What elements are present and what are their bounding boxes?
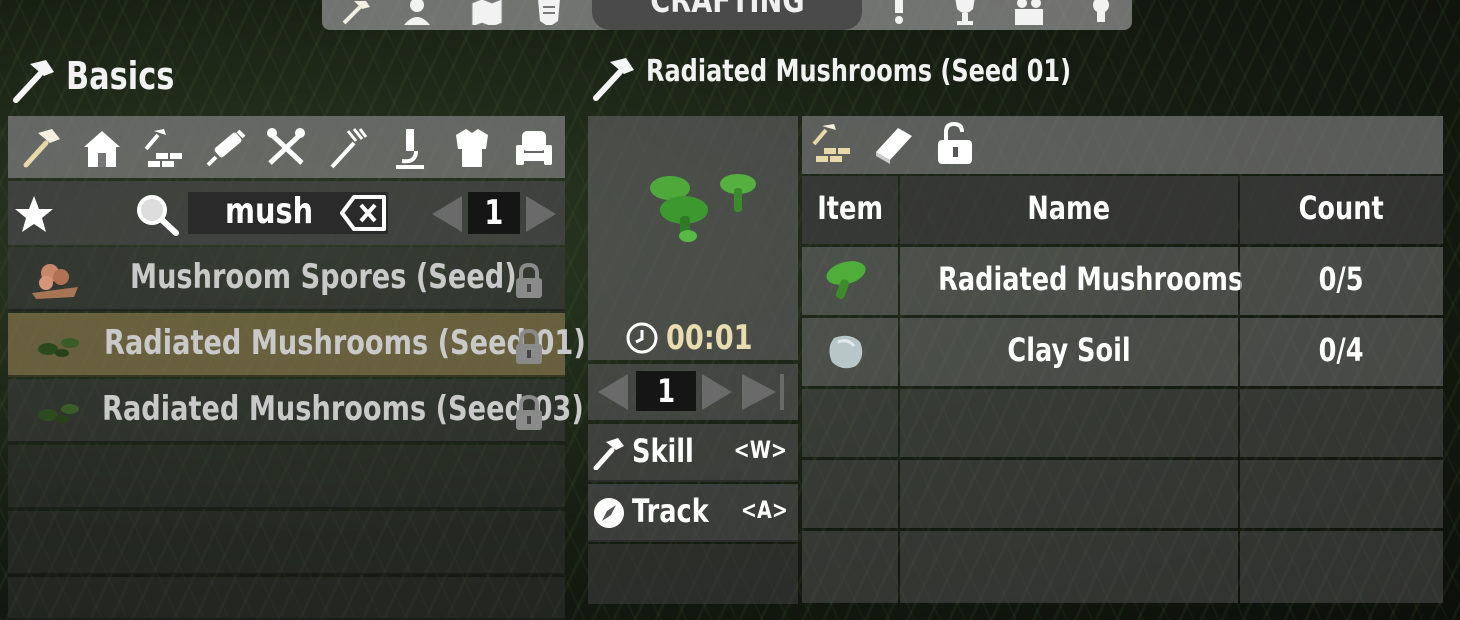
hammer-icon[interactable]: [340, 0, 374, 25]
fork-icon[interactable]: [326, 127, 370, 169]
recipe-row-radiated-mushrooms-seed-01[interactable]: Radiated Mushrooms (Seed 01): [8, 313, 586, 377]
ingredient-icon-cell: [802, 318, 898, 386]
science-icon[interactable]: [388, 127, 432, 169]
max-quantity-icon[interactable]: [740, 372, 788, 412]
column-header-label: Item: [817, 189, 883, 227]
ingredient-count-cell: 0/5: [1240, 247, 1443, 315]
column-header-name: Name: [900, 176, 1238, 244]
search-input-value[interactable]: mush: [225, 191, 313, 232]
crafting-title: CRAFTING: [592, 0, 862, 30]
column-header-item: Item: [802, 176, 898, 244]
furniture-icon[interactable]: [512, 127, 556, 169]
ingredient-icon-cell: [802, 247, 898, 315]
recipe-row-empty: [8, 445, 565, 509]
recipe-row-radiated-mushrooms-seed-03[interactable]: Radiated Mushrooms (Seed 03): [8, 379, 584, 443]
clear-search-icon[interactable]: [340, 194, 388, 232]
unlock-icon[interactable]: [934, 122, 978, 166]
empty-cell: [1240, 389, 1443, 457]
category-bar: [8, 116, 565, 178]
recipe-title: Radiated Mushrooms (Seed 01): [646, 54, 1072, 89]
skill-hotkey: <W>: [733, 436, 788, 464]
previous-page-arrow-icon[interactable]: [428, 194, 464, 234]
category-heading: Basics: [66, 54, 175, 98]
quest-icon[interactable]: [532, 0, 566, 25]
track-action[interactable]: Track <A>: [588, 484, 798, 542]
recipe-row-empty: [8, 511, 565, 575]
hammer-icon[interactable]: [20, 127, 64, 169]
empty-cell: [1240, 460, 1443, 528]
empty-cell: [900, 460, 1238, 528]
ingredient-name: Clay Soil: [1007, 331, 1131, 369]
clock-icon: [626, 322, 658, 354]
hammer-icon: [590, 54, 638, 102]
house-icon[interactable]: [80, 127, 124, 169]
empty-cell: [900, 389, 1238, 457]
craft-time: 00:01: [666, 318, 753, 358]
page-number: 1: [484, 193, 504, 233]
empty-cell: [802, 389, 898, 457]
ingredient-name-cell: Clay Soil: [900, 318, 1238, 386]
empty-cell: [802, 531, 898, 603]
top-nav-bar: CRAFTING: [322, 0, 1132, 30]
increase-quantity-icon[interactable]: [700, 372, 736, 412]
next-page-arrow-icon[interactable]: [524, 194, 560, 234]
mushroom-seed-icon: [36, 399, 82, 427]
recipe-label: Radiated Mushrooms (Seed 03): [102, 389, 584, 429]
tools-icon[interactable]: [264, 127, 308, 169]
recipe-row-mushroom-spores[interactable]: Mushroom Spores (Seed): [8, 247, 565, 311]
empty-cell: [900, 531, 1238, 603]
empty-cell: [1240, 531, 1443, 603]
alert-icon[interactable]: [882, 0, 916, 25]
column-header-count: Count: [1240, 176, 1443, 244]
mushroom-seed-icon: [36, 333, 82, 361]
lock-icon: [513, 329, 545, 365]
lightbulb-icon[interactable]: [1084, 0, 1118, 25]
ingredient-count-cell: 0/4: [1240, 318, 1443, 386]
map-icon[interactable]: [470, 0, 504, 25]
clay-icon: [826, 332, 866, 372]
search-icon[interactable]: [134, 192, 180, 236]
quantity-value: 1: [657, 372, 675, 410]
page-number-field[interactable]: 1: [468, 192, 520, 234]
building-icon[interactable]: [142, 127, 186, 169]
armor-icon[interactable]: [450, 127, 494, 169]
crafting-title-text: CRAFTING: [649, 0, 805, 21]
lock-icon: [513, 263, 545, 299]
radiated-mushroom-preview-icon: [640, 170, 764, 250]
track-label: Track: [632, 492, 709, 530]
ingredient-name: Radiated Mushrooms: [938, 260, 1244, 298]
character-icon[interactable]: [400, 0, 434, 25]
column-header-label: Count: [1298, 189, 1385, 227]
track-hotkey: <A>: [741, 496, 789, 524]
recipe-row-empty: [8, 577, 565, 620]
quantity-input[interactable]: 1: [636, 371, 696, 411]
hammer-icon: [10, 56, 58, 104]
medical-icon[interactable]: [204, 127, 248, 169]
middle-panel-footer: [588, 544, 798, 604]
column-header-label: Name: [1027, 189, 1111, 227]
star-icon[interactable]: [14, 194, 54, 234]
skill-label: Skill: [632, 432, 694, 470]
ingredient-count: 0/4: [1319, 331, 1364, 369]
trophy-icon[interactable]: [948, 0, 982, 25]
book-icon[interactable]: [872, 122, 916, 166]
decrease-quantity-icon[interactable]: [594, 372, 630, 412]
lock-icon: [513, 395, 545, 431]
compass-icon: [592, 496, 626, 530]
ingredient-count: 0/5: [1319, 260, 1364, 298]
spores-icon: [28, 257, 84, 301]
green-mushroom-icon: [822, 259, 870, 303]
recipe-label: Mushroom Spores (Seed): [130, 257, 517, 297]
hammer-icon: [592, 436, 626, 470]
empty-cell: [802, 460, 898, 528]
skill-action[interactable]: Skill <W>: [588, 424, 798, 482]
ingredient-name-cell: Radiated Mushrooms: [900, 247, 1243, 315]
players-icon[interactable]: [1012, 0, 1046, 25]
workbench-icon[interactable]: [810, 122, 854, 166]
